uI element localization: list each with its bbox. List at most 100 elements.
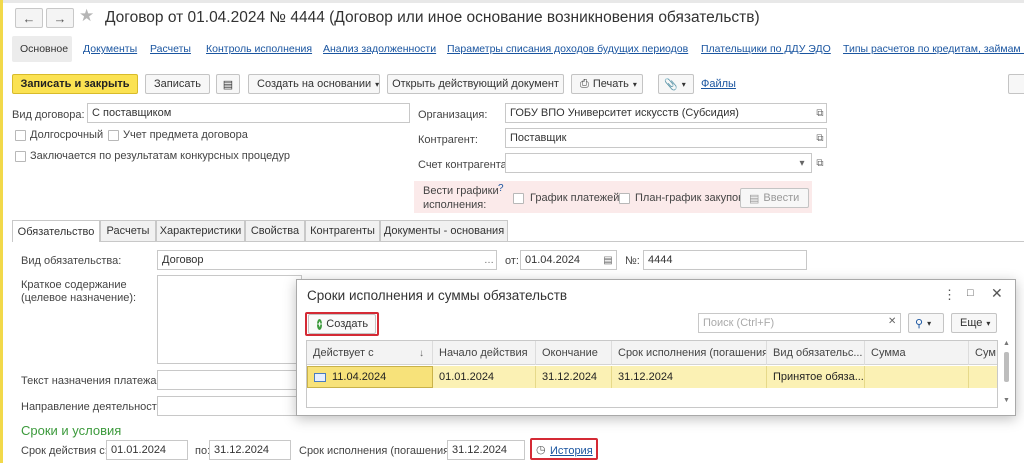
- contract-type-field[interactable]: С поставщиком: [87, 103, 410, 123]
- column-header-deadline[interactable]: Срок исполнения (погашения): [612, 341, 767, 365]
- arrow-right-icon: →: [53, 10, 67, 26]
- tab-counterparties[interactable]: Контрагенты: [305, 220, 380, 241]
- list-doc-icon: ▤: [222, 78, 234, 91]
- create-button[interactable]: + Создать: [308, 314, 376, 334]
- dropdown-arrow-icon[interactable]: ▾: [795, 156, 809, 170]
- nav-link-execution-control[interactable]: Контроль исполнения: [206, 43, 312, 55]
- scrollbar-thumb[interactable]: [1004, 352, 1009, 382]
- print-label: Печать: [592, 78, 629, 90]
- nav-link-settlements[interactable]: Расчеты: [150, 43, 191, 55]
- competitive-label: Заключается по результатам конкурсных пр…: [30, 150, 290, 162]
- table-row[interactable]: 11.04.2024 01.01.2024 31.12.2024 31.12.2…: [307, 366, 997, 388]
- column-header-amount[interactable]: Сумма: [865, 341, 969, 365]
- obligation-type-field[interactable]: Договор: [157, 250, 497, 270]
- validity-to-label: по:: [195, 445, 211, 457]
- back-button[interactable]: ←: [15, 8, 43, 28]
- direction-field[interactable]: [157, 396, 302, 416]
- scroll-up-icon[interactable]: ▲: [1003, 340, 1010, 347]
- obligation-type-value: Договор: [162, 254, 204, 266]
- column-header-active-from[interactable]: Действует с ↓: [307, 341, 433, 365]
- purchase-plan-checkbox[interactable]: [619, 193, 630, 204]
- nav-link-deferred-income[interactable]: Параметры списания доходов будущих перио…: [447, 43, 688, 55]
- dialog-title: Сроки исполнения и суммы обязательств: [307, 288, 568, 303]
- clear-search-icon[interactable]: ✕: [888, 316, 896, 327]
- forward-button[interactable]: →: [46, 8, 74, 28]
- report-button[interactable]: ▤: [216, 74, 240, 94]
- column-header-start[interactable]: Начало действия: [433, 341, 536, 365]
- open-link-icon[interactable]: ⧉: [813, 131, 827, 145]
- nav-link-debt-analysis[interactable]: Анализ задолженности: [323, 43, 436, 55]
- nav-link-main[interactable]: Основное: [20, 43, 68, 55]
- obligation-type-label: Вид обязательства:: [21, 255, 122, 267]
- deadline-label: Срок исполнения (погашения):: [299, 445, 456, 457]
- nav-link-documents[interactable]: Документы: [83, 43, 137, 55]
- nav-link-payers-ddu[interactable]: Плательщики по ДДУ ЭДО: [701, 43, 831, 55]
- table-scrollbar[interactable]: ▲ ▼: [1002, 340, 1011, 408]
- dialog-search-input[interactable]: Поиск (Ctrl+F): [698, 313, 901, 333]
- validity-to-field[interactable]: 31.12.2024: [209, 440, 291, 460]
- obligation-number-field[interactable]: 4444: [643, 250, 807, 270]
- long-term-checkbox[interactable]: [15, 130, 26, 141]
- record-icon: [314, 372, 326, 382]
- printer-icon: ⎙: [580, 77, 589, 90]
- cell-amount-2[interactable]: [969, 366, 997, 388]
- tab-obligation[interactable]: Обязательство: [12, 220, 100, 242]
- counterparty-field[interactable]: Поставщик: [505, 128, 827, 148]
- scroll-down-icon[interactable]: ▼: [1003, 397, 1010, 404]
- search-button[interactable]: ⚲ ▾: [908, 313, 944, 333]
- save-and-close-button[interactable]: Записать и закрыть: [12, 74, 138, 94]
- organization-field[interactable]: ГОБУ ВПО Университет искусств (Субсидия): [505, 103, 827, 123]
- open-link-icon[interactable]: ⧉: [813, 156, 827, 170]
- column-header-end[interactable]: Окончание: [536, 341, 612, 365]
- column-header-obligation-type[interactable]: Вид обязательс...: [767, 341, 865, 365]
- create-based-on-button[interactable]: Создать на основании ▾: [248, 74, 380, 94]
- history-link[interactable]: История: [550, 445, 593, 457]
- summary-label-line2: (целевое назначение):: [21, 292, 137, 304]
- section-nav: Основное Документы Расчеты Контроль испо…: [12, 36, 1024, 62]
- summary-textarea[interactable]: [157, 275, 302, 364]
- tab-basis-documents[interactable]: Документы - основания: [380, 220, 508, 241]
- cell-end[interactable]: 31.12.2024: [536, 366, 612, 388]
- validity-from-label: Срок действия с:: [21, 445, 108, 457]
- paperclip-icon: 📎: [664, 78, 678, 91]
- calendar-icon[interactable]: ▤: [601, 253, 615, 267]
- open-link-icon[interactable]: ⧉: [813, 106, 827, 120]
- close-icon[interactable]: ✕: [991, 285, 1003, 302]
- help-icon[interactable]: ?: [498, 183, 504, 194]
- tab-settlements[interactable]: Расчеты: [100, 220, 156, 241]
- validity-from-field[interactable]: 01.01.2024: [106, 440, 188, 460]
- toolbar-overflow[interactable]: [1008, 74, 1024, 94]
- more-vertical-icon[interactable]: ⋮: [943, 287, 956, 303]
- maximize-icon[interactable]: □: [967, 287, 974, 299]
- nav-link-credit-types[interactable]: Типы расчетов по кредитам, займам (с: [843, 43, 1024, 55]
- account-field[interactable]: [505, 153, 812, 173]
- more-button[interactable]: Еще ▾: [951, 313, 997, 333]
- save-button[interactable]: Записать: [145, 74, 210, 94]
- competitive-checkbox[interactable]: [15, 151, 26, 162]
- tab-characteristics[interactable]: Характеристики: [156, 220, 245, 241]
- column-header-amount-2[interactable]: Сум: [969, 341, 997, 365]
- select-ellipsis-icon[interactable]: …: [482, 253, 496, 267]
- dropdown-arrow-icon: ▾: [986, 318, 991, 328]
- cell-start[interactable]: 01.01.2024: [433, 366, 536, 388]
- dropdown-arrow-icon: ▾: [927, 318, 932, 328]
- tab-properties[interactable]: Свойства: [245, 220, 305, 241]
- attach-button[interactable]: 📎 ▾: [658, 74, 694, 94]
- payment-schedule-checkbox[interactable]: [513, 193, 524, 204]
- calendar-icon: ▤: [749, 192, 760, 205]
- cell-deadline[interactable]: 31.12.2024: [612, 366, 767, 388]
- open-current-document-button[interactable]: Открыть действующий документ: [387, 74, 564, 94]
- cell-obligation-type[interactable]: Принятое обяза...: [767, 366, 865, 388]
- cell-amount[interactable]: [865, 366, 969, 388]
- files-link[interactable]: Файлы: [701, 78, 736, 90]
- payment-schedule-label: График платежей: [530, 192, 620, 204]
- terms-section-title: Сроки и условия: [21, 423, 122, 438]
- counterparty-label: Контрагент:: [418, 134, 478, 146]
- payment-purpose-field[interactable]: [157, 370, 302, 390]
- enter-schedule-button[interactable]: ▤ Ввести: [740, 188, 809, 208]
- favorite-star-icon[interactable]: ★: [79, 6, 94, 26]
- subject-accounting-checkbox[interactable]: [108, 130, 119, 141]
- deadline-field[interactable]: 31.12.2024: [447, 440, 525, 460]
- cell-active-from[interactable]: 11.04.2024: [307, 366, 433, 388]
- print-button[interactable]: ⎙ Печать ▾: [571, 74, 643, 94]
